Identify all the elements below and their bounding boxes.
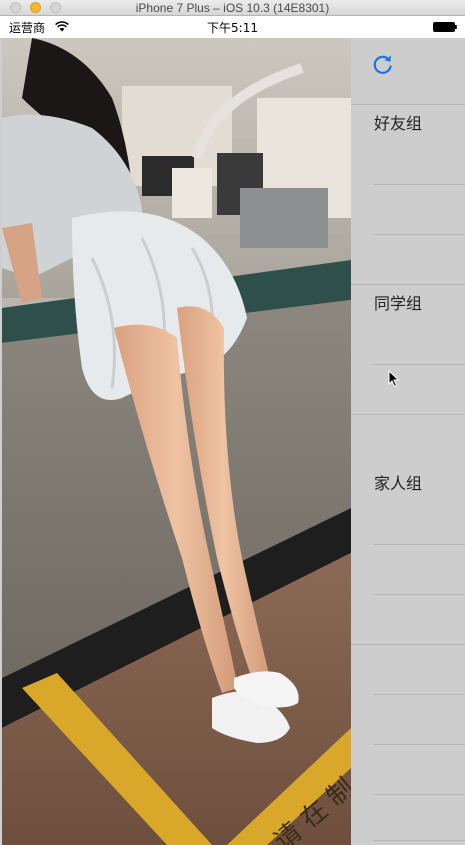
menu-divider — [373, 840, 465, 841]
menu-divider — [373, 184, 465, 185]
menu-divider — [373, 794, 465, 795]
mouse-cursor-icon — [388, 370, 400, 388]
menu-item-classmates[interactable]: 同学组 — [374, 290, 422, 314]
refresh-icon[interactable] — [371, 52, 395, 76]
menu-divider — [373, 234, 465, 235]
menu-divider — [351, 284, 465, 285]
menu-divider — [373, 744, 465, 745]
status-time: 下午5:11 — [207, 21, 258, 35]
menu-divider — [351, 104, 465, 105]
menu-divider — [373, 364, 465, 365]
side-menu: 好友组 同学组 家人组 — [351, 38, 465, 845]
status-bar: 运营商 下午5:11 — [0, 16, 465, 38]
photo-view[interactable]: 请 在 制 — [2, 38, 351, 845]
menu-divider — [373, 694, 465, 695]
menu-item-family[interactable]: 家人组 — [374, 470, 422, 494]
window-titlebar: iPhone 7 Plus – iOS 10.3 (14E8301) — [0, 0, 465, 16]
battery-icon — [433, 22, 457, 32]
photo-image: 请 在 制 — [2, 38, 351, 845]
menu-item-friends[interactable]: 好友组 — [374, 110, 422, 134]
window-title: iPhone 7 Plus – iOS 10.3 (14E8301) — [135, 1, 330, 15]
menu-divider — [351, 644, 465, 645]
menu-divider — [351, 414, 465, 415]
menu-divider — [373, 544, 465, 545]
simulator-screen: 运营商 下午5:11 请 在 制 好友组 同学组 家人组 — [0, 16, 465, 845]
menu-divider — [373, 594, 465, 595]
